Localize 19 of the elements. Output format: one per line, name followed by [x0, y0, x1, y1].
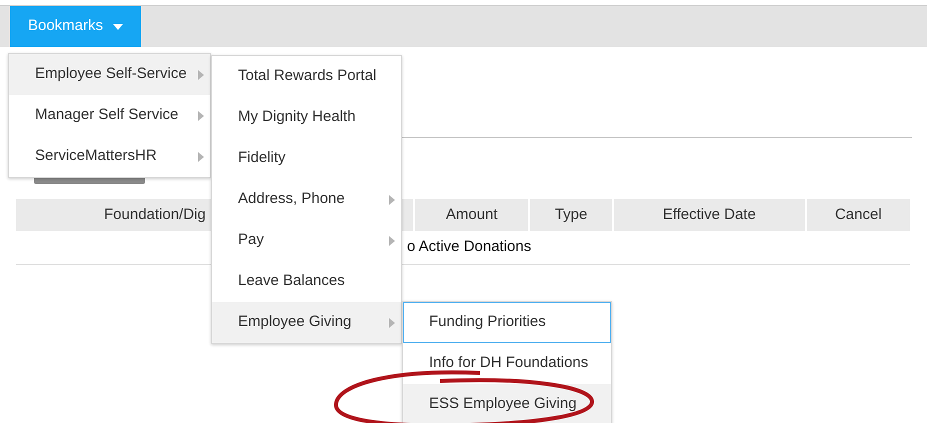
- menu-item[interactable]: Fidelity: [212, 138, 401, 179]
- menu-item[interactable]: Funding Priorities: [403, 302, 611, 343]
- menu-item[interactable]: Employee Self-Service: [9, 54, 210, 95]
- column-header: Type: [530, 199, 612, 231]
- column-header: Amount: [415, 199, 528, 231]
- menu-item[interactable]: Total Rewards Portal: [212, 56, 401, 97]
- column-header: Cancel: [806, 199, 910, 231]
- menu-item[interactable]: Info for DH Foundations: [403, 343, 611, 384]
- menu-item[interactable]: Manager Self Service: [9, 95, 210, 136]
- menu-item[interactable]: Employee Giving: [212, 302, 401, 343]
- menu-item[interactable]: My Dignity Health: [212, 97, 401, 138]
- menu-item[interactable]: ESS Employee Giving: [403, 384, 611, 423]
- menu-item[interactable]: Pay: [212, 220, 401, 261]
- menu-item[interactable]: Leave Balances: [212, 261, 401, 302]
- empty-message: o Active Donations: [407, 237, 532, 258]
- caret-icon: [113, 24, 124, 30]
- menu-item[interactable]: ServiceMattersHR: [9, 136, 210, 177]
- menu-item[interactable]: Address, Phone: [212, 179, 401, 220]
- column-header: Effective Date: [614, 199, 805, 231]
